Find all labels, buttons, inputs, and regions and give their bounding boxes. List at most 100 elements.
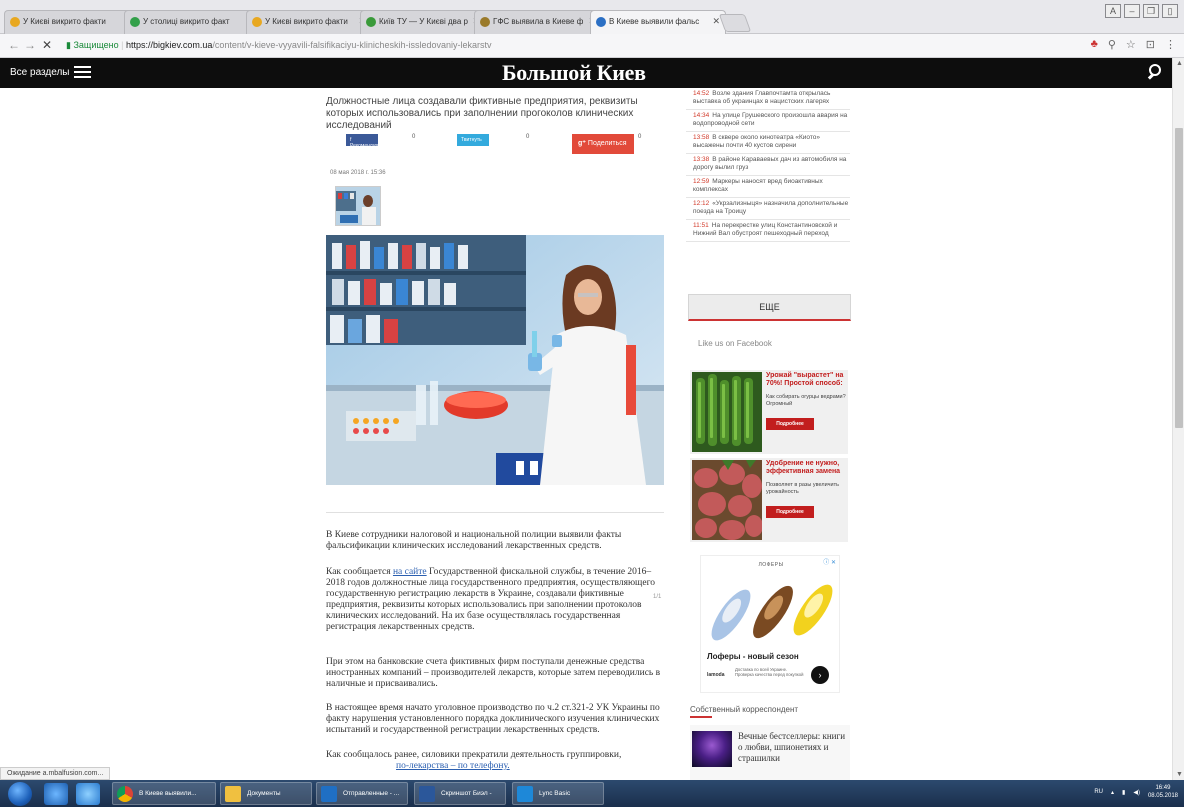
news-item[interactable]: 13:38 В районе Караваевых дач из автомоби… <box>686 154 850 176</box>
taskbar-task[interactable]: В Киеве выявили... <box>112 782 216 805</box>
lock-icon: ▮ <box>66 40 71 50</box>
ad-title[interactable]: Удобрение не нужно, эффективная замена <box>766 460 846 476</box>
twitter-share-button[interactable]: Твитнуть <box>457 134 489 146</box>
ad-card[interactable]: Урожай "вырастет" на 70%! Простой способ… <box>690 370 848 454</box>
ad-subtitle: Как собирать огурцы ведрами? Огромный <box>766 394 846 407</box>
pinned-app-icon[interactable] <box>44 783 68 805</box>
all-sections-button[interactable]: Все разделы <box>10 66 92 78</box>
word-icon <box>419 786 435 802</box>
zoom-icon[interactable]: ⚲ <box>1108 38 1116 51</box>
browser-tab-active[interactable]: В Киеве выявили фальс ✕ <box>590 10 726 34</box>
correspondent-card[interactable]: Вечные бестселлеры: книги о любви, шпион… <box>690 725 850 780</box>
site-header: Все разделы Большой Киев <box>0 58 1172 88</box>
publish-date: 08 мая 2018 г. 15:36 <box>330 170 386 176</box>
news-item[interactable]: 13:58 В сквере около кинотеатра «Киото» в… <box>686 132 850 154</box>
browser-tab[interactable]: ГФС выявила в Киеве ф ✕ <box>474 10 602 34</box>
browser-tab[interactable]: У Києві викрито факти ✕ <box>246 10 372 34</box>
article-paragraph: Как сообщалось ранее, силовики прекратил… <box>326 750 622 771</box>
lync-icon <box>517 786 533 802</box>
tab-favicon-icon <box>10 17 20 27</box>
clock[interactable]: 16:49 08.05.2018 <box>1148 784 1178 800</box>
status-bubble: Ожидание a.mbalfusion.com... <box>0 767 111 780</box>
news-item[interactable]: 14:34 На улице Грушевского произошла авар… <box>686 110 850 132</box>
article-lead: Должностные лица создавали фиктивные пре… <box>326 96 638 131</box>
potatoes-image <box>692 460 762 540</box>
article-paragraph: Как сообщается на сайте Государственной … <box>326 567 655 632</box>
ad-headline[interactable]: Лоферы - новый сезон <box>707 652 799 661</box>
internet-explorer-icon[interactable] <box>76 783 100 805</box>
ad-arrow-button[interactable]: › <box>811 666 829 684</box>
google-plus-share-button[interactable]: g⁺ Поделиться <box>572 134 634 154</box>
volume-icon[interactable]: ◀) <box>1133 789 1140 796</box>
address-bar: ← → ✕ ▮ Защищено | https://bigkiev.com.u… <box>0 34 1184 58</box>
ad-subtitle: Позволяет в разы увеличить урожайность <box>766 482 839 495</box>
share-count: 0 <box>526 134 530 140</box>
secure-label: Защищено <box>73 40 119 50</box>
gallery-thumbnail[interactable] <box>335 186 381 226</box>
system-tray: RU ▴ ▮ ◀) 16:49 08.05.2018 <box>1094 784 1178 800</box>
share-count: 0 <box>412 134 416 140</box>
scroll-down-icon[interactable]: ▼ <box>1176 771 1183 778</box>
tab-favicon-icon <box>252 17 262 27</box>
scroll-up-icon[interactable]: ▲ <box>1176 60 1183 67</box>
source-link[interactable]: на сайте <box>393 567 427 577</box>
ad-card[interactable]: Удобрение не нужно, эффективная замена П… <box>690 458 848 542</box>
news-item[interactable]: 14:52 Возле здания Главпочтамта открылась… <box>686 88 850 110</box>
menu-kebab-icon[interactable]: ⋮ <box>1165 38 1176 51</box>
forward-icon[interactable]: → <box>24 38 36 52</box>
browser-tab[interactable]: У Києві викрито факти ✕ <box>4 10 138 34</box>
close-window-icon[interactable]: ▯ <box>1162 4 1178 18</box>
correspondent-headline[interactable]: Вечные бестселлеры: книги о любви, шпион… <box>738 731 848 764</box>
shoe-ad[interactable]: ⓘ ✕ ЛОФЕРЫ Лоферы - новый сезон lamoda Д… <box>700 555 840 693</box>
new-tab-button[interactable] <box>718 14 752 32</box>
site-logo[interactable]: Большой Киев <box>502 60 646 86</box>
browser-tab[interactable]: У столиці викрито факт ✕ <box>124 10 260 34</box>
tab-favicon-icon <box>366 17 376 27</box>
loafers-image <box>701 570 841 650</box>
restore-icon[interactable]: ❐ <box>1143 4 1159 18</box>
taskbar-task[interactable]: Lync Basic <box>512 782 604 805</box>
page-scrollbar[interactable]: ▲ ▼ <box>1172 58 1184 780</box>
chrome-icon <box>117 786 133 802</box>
ad-brand-label: ЛОФЕРЫ <box>758 562 784 568</box>
ad-advertiser: lamoda <box>707 672 725 678</box>
toolbar-icons: ♣ ⚲ ☆ ⊡ ⋮ <box>1091 38 1176 51</box>
tab-close-icon[interactable]: ✕ <box>712 16 720 27</box>
ad-more-button[interactable]: Подробнее <box>766 506 814 518</box>
tray-arrow-icon[interactable]: ▴ <box>1111 789 1114 796</box>
ad-title[interactable]: Урожай "вырастет" на 70%! Простой способ… <box>766 372 846 388</box>
news-item[interactable]: 12:59 Маркеры наносят вред биоактивных ко… <box>686 176 850 198</box>
taskbar-task[interactable]: Скриншот Биэл - <box>414 782 506 805</box>
extension-icon[interactable]: ⊡ <box>1146 38 1155 51</box>
url-field[interactable]: ▮ Защищено | https://bigkiev.com.ua/cont… <box>60 37 1078 55</box>
browser-tab[interactable]: Київ ТУ — У Києві два р ✕ <box>360 10 486 34</box>
taskbar-task[interactable]: Документы <box>220 782 312 805</box>
more-news-button[interactable]: ЕЩЕ <box>688 294 851 321</box>
ad-description: Доставка по всей Украине. Проверка качес… <box>735 667 804 677</box>
network-icon[interactable]: ▮ <box>1122 789 1125 796</box>
bookmark-star-icon[interactable]: ☆ <box>1126 38 1136 51</box>
facebook-widget-title: Like us on Facebook <box>698 339 772 348</box>
tab-favicon-icon <box>596 17 606 27</box>
search-icon[interactable] <box>1147 64 1164 80</box>
related-article-link[interactable]: по-лекарства – по телефону. <box>396 761 510 771</box>
scroll-thumb[interactable] <box>1175 128 1183 428</box>
facebook-share-button[interactable]: f Рекомендувати <box>346 134 386 149</box>
back-icon[interactable]: ← <box>8 38 20 52</box>
correspondent-image <box>692 731 732 767</box>
news-feed: 14:52 Возле здания Главпочтамта открылась… <box>686 88 850 242</box>
language-indicator[interactable]: RU <box>1094 789 1103 795</box>
profile-icon[interactable]: A <box>1105 4 1121 18</box>
taskbar-task[interactable]: Отправленные - ... <box>316 782 408 805</box>
article-paragraph: При этом на банковские счета фиктивных ф… <box>326 657 661 689</box>
article-main-image <box>326 235 664 485</box>
extension-icon[interactable]: ♣ <box>1091 38 1098 51</box>
article-paragraph: В Киеве сотрудники налоговой и националь… <box>326 530 622 551</box>
news-item[interactable]: 11:51 На перекрестке улиц Константиновско… <box>686 220 850 242</box>
stop-icon[interactable]: ✕ <box>42 38 52 52</box>
article-paragraph: В настоящее время начато уголовное произ… <box>326 703 660 735</box>
news-item[interactable]: 12:12 «Укрзализныця» назначила дополнител… <box>686 198 850 220</box>
ad-more-button[interactable]: Подробнее <box>766 418 814 430</box>
start-button[interactable] <box>8 782 32 806</box>
minimize-icon[interactable]: – <box>1124 4 1140 18</box>
